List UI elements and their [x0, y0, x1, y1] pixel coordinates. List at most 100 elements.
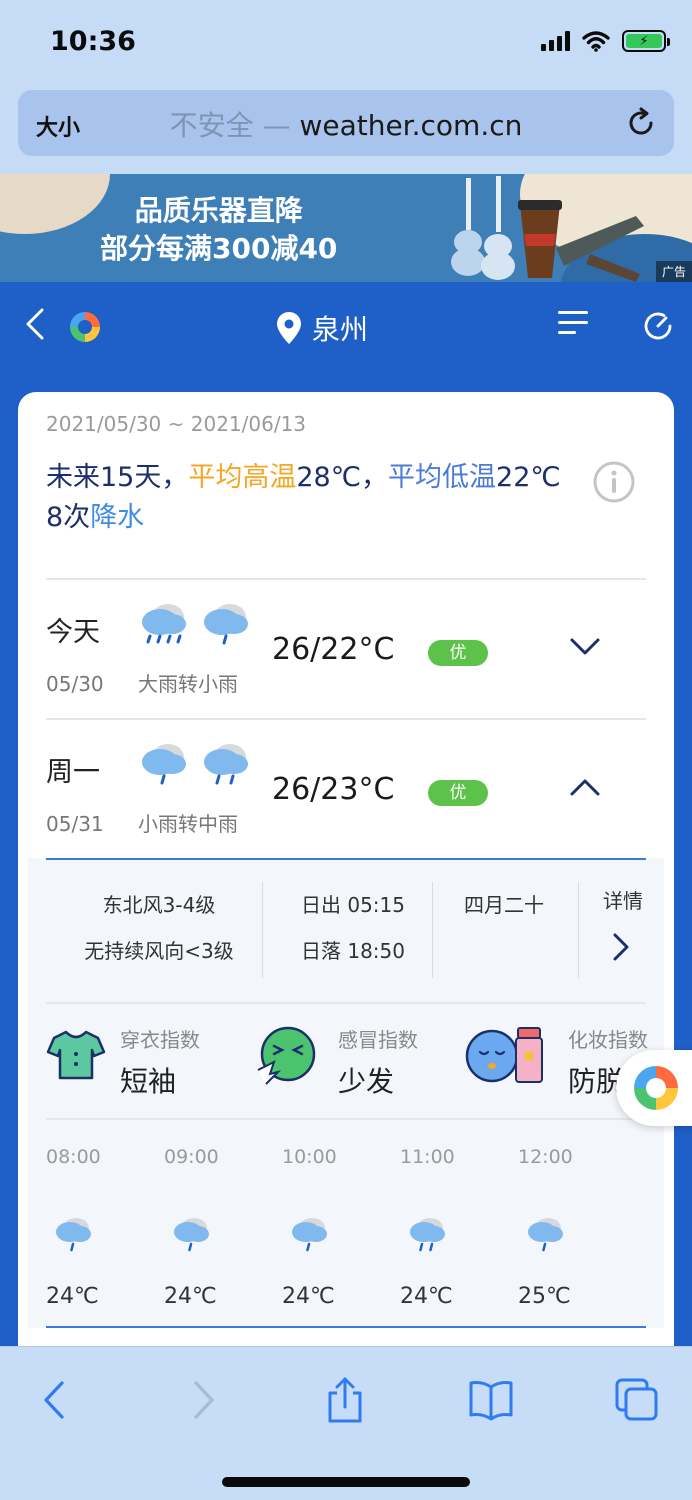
address-bar[interactable]: 大小 不安全 — weather.com.cn: [18, 90, 674, 156]
day-date: 05/30: [46, 672, 104, 696]
sun-times: 日出 05:15 日落 18:50: [280, 882, 426, 974]
hour-time: 11:00: [400, 1146, 455, 1168]
day-name: 今天: [46, 617, 100, 648]
divider: [432, 882, 433, 978]
hour-temp: 24℃: [164, 1284, 217, 1309]
date-range: 2021/05/30 ~ 2021/06/13: [46, 412, 307, 436]
day-detail-panel: 东北风3-4级 无持续风向<3级 日出 05:15 日落 18:50 四月二十 …: [28, 858, 664, 1328]
avg-low-value: 22℃: [496, 462, 561, 493]
hour-temp: 24℃: [282, 1284, 335, 1309]
hour-time: 09:00: [164, 1146, 219, 1168]
divider: [46, 1002, 646, 1004]
battery-icon: ⚡: [622, 30, 670, 52]
info-icon[interactable]: [592, 460, 636, 504]
light-rain-icon: [56, 1218, 91, 1252]
day-row-today[interactable]: 今天 05/30 大雨转小雨 26/22°C 优: [46, 580, 646, 720]
day-weather-desc: 大雨转小雨: [138, 672, 238, 696]
divider: [578, 882, 579, 978]
floating-logo-button[interactable]: [616, 1050, 692, 1126]
ad-banner[interactable]: 品质乐器直降 部分每满300减40 广告: [0, 174, 692, 282]
forecast-card: 2021/05/30 ~ 2021/06/13 未来15天，平均高温28℃，平均…: [18, 392, 674, 1392]
ad-tag: 广告: [655, 261, 692, 282]
day-row-monday[interactable]: 周一 05/31 小雨转中雨 26/23°C 优: [46, 720, 646, 860]
wind-info: 东北风3-4级 无持续风向<3级: [62, 882, 256, 974]
wind-direction: 东北风3-4级: [102, 893, 216, 917]
ad-line-2: 部分每满300减40: [100, 232, 338, 265]
index-name: 化妆指数: [568, 1028, 648, 1052]
back-icon[interactable]: [30, 1375, 80, 1425]
instruments-image: [451, 176, 644, 282]
day-date: 05/31: [46, 812, 104, 836]
hour-temp: 24℃: [46, 1284, 99, 1309]
day-weather-icons: [138, 740, 252, 790]
day-name: 周一: [46, 757, 100, 788]
reload-icon[interactable]: [624, 106, 658, 140]
rain-label: 降水: [90, 502, 145, 533]
back-arrow-icon[interactable]: [22, 306, 48, 342]
hour-time: 12:00: [518, 1146, 573, 1168]
summary-prefix: 未来15天，: [46, 462, 189, 493]
heavy-rain-icon: [142, 604, 186, 644]
lunar-date-text: 四月二十: [464, 893, 544, 917]
index-value: 短袖: [120, 1065, 177, 1098]
detail-more[interactable]: 详情: [588, 878, 658, 924]
browser-toolbar: [0, 1346, 692, 1500]
tabs-icon[interactable]: [612, 1375, 662, 1425]
day-weather-icons: [138, 600, 252, 650]
lunar-date: 四月二十: [448, 882, 560, 928]
chevron-right-icon[interactable]: [610, 932, 632, 962]
app-header: 泉州: [0, 282, 692, 378]
chevron-up-icon[interactable]: [568, 774, 602, 800]
avg-low-label: 平均低温: [388, 462, 497, 493]
sunrise: 日出 05:15: [301, 893, 405, 917]
wind-note: 无持续风向<3级: [84, 939, 234, 963]
bookmarks-icon[interactable]: [466, 1375, 516, 1425]
day-weather-desc: 小雨转中雨: [138, 812, 238, 836]
aqi-badge: 优: [428, 780, 488, 806]
weather-logo-icon[interactable]: [66, 308, 104, 346]
rain-count: 8次: [46, 502, 91, 533]
ad-text: 品质乐器直降 部分每满300减40: [100, 192, 337, 268]
index-name: 感冒指数: [338, 1028, 418, 1052]
forward-icon[interactable]: [178, 1375, 228, 1425]
sneeze-face-icon: [257, 1026, 316, 1085]
home-indicator[interactable]: [222, 1477, 470, 1487]
url-host: weather.com.cn: [299, 109, 523, 142]
light-rain-icon: [204, 604, 248, 645]
hour-time: 08:00: [46, 1146, 101, 1168]
light-rain-icon: [528, 1218, 563, 1252]
ad-line-1: 品质乐器直降: [134, 194, 303, 227]
moderate-rain-icon: [204, 744, 248, 785]
shirt-icon: [46, 1030, 106, 1080]
detail-bottom-line: [46, 1326, 646, 1328]
city-name: 泉州: [312, 313, 369, 346]
avg-high-value: 28℃，: [296, 462, 389, 493]
menu-icon[interactable]: [556, 308, 590, 338]
makeup-icon: [465, 1027, 543, 1083]
day-temp: 26/22°C: [272, 632, 395, 667]
avg-high-label: 平均高温: [188, 462, 297, 493]
share-icon[interactable]: [320, 1375, 370, 1425]
aqi-badge: 优: [428, 640, 488, 666]
location-pin-icon: [277, 312, 301, 344]
status-icons: ⚡: [541, 30, 670, 52]
browser-top-chrome: 10:36 ⚡ 大小 不安全 — weather.com.cn: [0, 0, 692, 174]
hour-temp: 25℃: [518, 1284, 571, 1309]
index-name: 穿衣指数: [120, 1028, 200, 1052]
insecure-label: 不安全 —: [169, 109, 291, 142]
url-text[interactable]: 不安全 — weather.com.cn: [18, 104, 674, 144]
light-rain-icon: [142, 744, 186, 785]
divider: [262, 882, 263, 978]
cellular-signal-icon: [541, 31, 570, 51]
refresh-icon[interactable]: [640, 308, 676, 344]
wifi-icon: [582, 31, 610, 52]
hour-temp: 24℃: [400, 1284, 453, 1309]
chevron-down-icon[interactable]: [568, 634, 602, 660]
status-time: 10:36: [50, 26, 136, 57]
light-rain-icon: [292, 1218, 327, 1252]
detail-more-label: 详情: [603, 889, 643, 913]
hour-time: 10:00: [282, 1146, 337, 1168]
detail-top-line: [46, 858, 646, 860]
city-selector[interactable]: 泉州: [276, 308, 368, 348]
light-rain-icon: [174, 1218, 209, 1252]
